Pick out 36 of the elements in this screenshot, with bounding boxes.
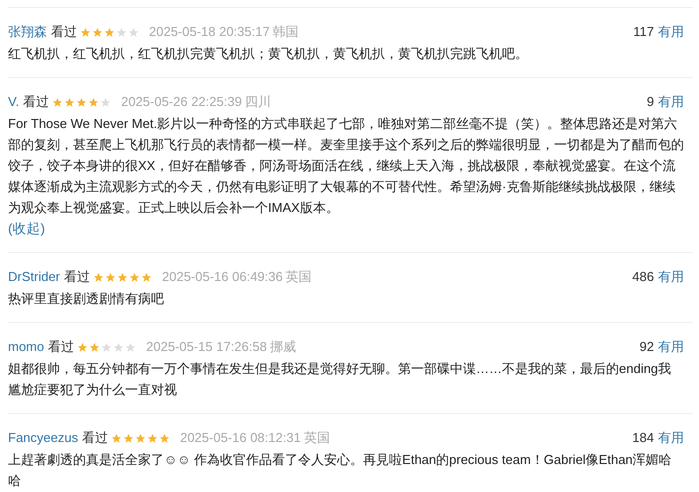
user-link[interactable]: Fancyeezus xyxy=(8,428,78,448)
collapse-link[interactable]: (收起) xyxy=(8,221,45,236)
review-text: 热评里直接剧透剧情有病吧 xyxy=(8,290,165,308)
useful-link[interactable]: 有用 xyxy=(658,428,684,448)
review-location: 四川 xyxy=(244,93,271,111)
review-text: 上趕著劇透的真是活全家了☺☺ 作為收官作品看了令人安心。再見啦Ethan的precious team！Gabriel像Ethan浑媚哈哈 xyxy=(8,451,673,490)
review-text: For Those We Never Met.影片以一种奇怪的方式串联起了七部，唯独对第二部丝毫不提（笑）。整体思路还是对第六部的复刻，甚至爬上飞机那飞行员的表情都一模一样。麦奎里接手这个系列之后的弊端很明显，一切都是为了醋而包的饺子，饺子本身讲的很XX，但好在醋够香，阿汤哥场面活在线，继续上天入海，挑战极限，奉献视觉盛宴。在这个流媒体逐渐成为主流观影方式的今天，仍然有电影证明了大银幕的不可替代性。希望汤姆·克鲁斯能继续挑战极限，继续为观众奉上视觉盛宴。正式上映以后会补一个IMAX版本。 xyxy=(8,115,684,217)
review-time: 2025-05-18 20:35:17 xyxy=(149,23,270,41)
useful-link[interactable]: 有用 xyxy=(658,267,684,287)
review-location: 英国 xyxy=(286,268,312,286)
user-link[interactable]: DrStrider xyxy=(8,267,60,287)
useful-link[interactable]: 有用 xyxy=(658,92,684,112)
vote-count: 117 xyxy=(633,23,654,41)
vote-count: 184 xyxy=(632,429,654,447)
useful-link[interactable]: 有用 xyxy=(658,337,684,357)
status-label: 看过 xyxy=(48,338,74,356)
user-link[interactable]: momo xyxy=(8,337,44,357)
status-label: 看过 xyxy=(64,268,90,286)
review-time: 2025-05-16 06:49:36 xyxy=(162,268,283,286)
status-label: 看过 xyxy=(82,429,108,447)
review-time: 2025-05-15 17:26:58 xyxy=(146,338,267,356)
vote-count: 486 xyxy=(632,268,654,286)
user-link[interactable]: 张翔森 xyxy=(8,22,47,42)
review-text: 姐都很帅，每五分钟都有一万个事情在发生但是我还是觉得好无聊。第一部碟中谍……不是我的菜，最后的ending我尴尬症要犯了为什么一直对视 xyxy=(8,360,672,399)
useful-link[interactable]: 有用 xyxy=(658,22,684,42)
status-label: 看过 xyxy=(51,23,77,41)
review-text: 红飞机扒，红飞机扒，红飞机扒完黄飞机扒；黄飞机扒，黄飞机扒，黄飞机扒完跳飞机吧。 xyxy=(8,45,529,63)
review-time: 2025-05-26 22:25:39 xyxy=(121,93,242,111)
status-label: 看过 xyxy=(23,93,50,111)
review-location: 韩国 xyxy=(272,23,299,41)
vote-count: 9 xyxy=(646,93,654,111)
vote-count: 92 xyxy=(640,338,654,356)
user-link[interactable]: V. xyxy=(8,92,20,112)
review-location: 挪威 xyxy=(270,338,296,356)
review-time: 2025-05-16 08:12:31 xyxy=(180,429,301,447)
review-location: 英国 xyxy=(304,429,330,447)
